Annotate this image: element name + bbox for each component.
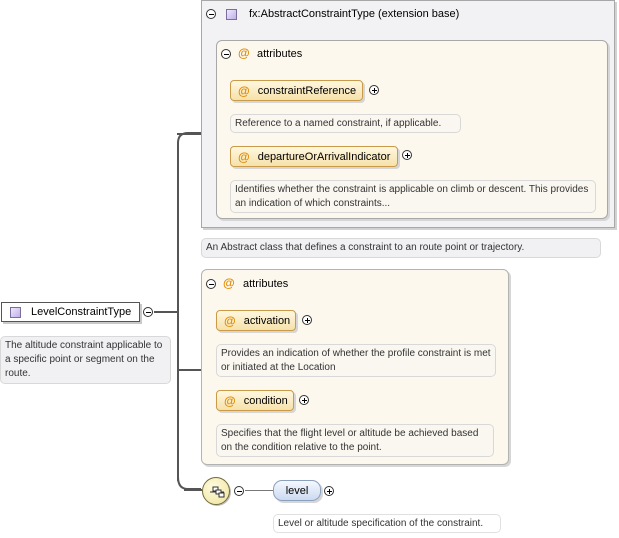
expand-icon[interactable] [299, 395, 309, 405]
expand-icon[interactable] [402, 150, 412, 160]
attribute-name: departureOrArrivalIndicator [257, 150, 391, 163]
attribute-name: activation [243, 314, 291, 327]
extension-base-label: fx:AbstractConstraintType (extension bas… [249, 8, 460, 20]
attribute-icon: @ [238, 149, 250, 164]
abstract-type-icon [226, 9, 237, 20]
extension-base-description: An Abstract class that defines a constra… [201, 238, 601, 258]
attribute-constraintReference[interactable]: @ constraintReference [230, 80, 363, 101]
expand-icon[interactable] [324, 486, 334, 496]
attributes-collapse-icon[interactable] [206, 279, 216, 289]
attribute-icon: @ [238, 83, 250, 98]
element-name: level [285, 484, 309, 497]
attribute-activation[interactable]: @ activation [216, 310, 296, 331]
attribute-icon: @ [238, 46, 250, 60]
ext-attributes-label: attributes [257, 48, 303, 60]
attributes-label: attributes [243, 278, 289, 290]
ext-attributes-collapse-icon[interactable] [221, 49, 231, 59]
complex-type-icon [10, 306, 21, 318]
expand-icon[interactable] [369, 85, 379, 95]
connector-level [245, 490, 273, 491]
root-element-box[interactable]: LevelConstraintType [1, 302, 140, 322]
element-level[interactable]: level [273, 480, 321, 501]
attribute-icon: @ [224, 313, 236, 328]
root-collapse-icon[interactable] [143, 307, 153, 317]
attribute-description: Reference to a named constraint, if appl… [230, 114, 461, 133]
element-description: Level or altitude specification of the c… [273, 514, 501, 533]
attribute-name: condition [243, 394, 288, 407]
attribute-description: Identifies whether the constraint is app… [230, 180, 596, 213]
expand-icon[interactable] [302, 315, 312, 325]
attribute-description: Provides an indication of whether the pr… [216, 344, 496, 377]
attribute-icon: @ [223, 276, 235, 290]
attribute-icon: @ [224, 393, 236, 408]
sequence-collapse-icon[interactable] [234, 486, 244, 496]
sequence-icon[interactable] [202, 477, 230, 505]
attribute-name: constraintReference [257, 84, 357, 97]
extension-collapse-icon[interactable] [206, 9, 216, 19]
root-element-description: The altitude constraint applicable to a … [0, 336, 171, 384]
sequence-glyph [210, 486, 225, 498]
attribute-condition[interactable]: @ condition [216, 390, 294, 411]
root-element-name: LevelConstraintType [31, 306, 132, 318]
attribute-description: Specifies that the flight level or altit… [216, 424, 494, 457]
connector-root-out [154, 311, 178, 313]
attribute-departureOrArrivalIndicator[interactable]: @ departureOrArrivalIndicator [230, 146, 398, 167]
